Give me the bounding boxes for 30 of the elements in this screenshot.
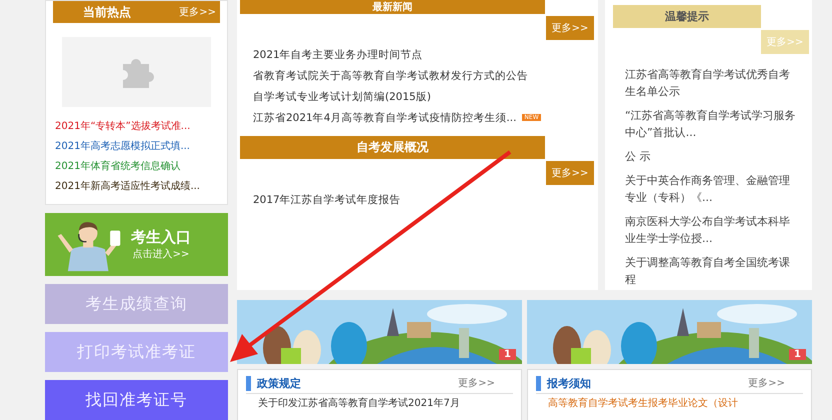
slide-badge: 1 xyxy=(789,349,806,360)
news-link[interactable]: 关于印发江苏省高等教育自学考试2021年7月 xyxy=(258,397,513,410)
news-link[interactable]: 2021年体育省统考信息确认 xyxy=(55,157,220,177)
news-link[interactable]: 2021年“专转本”选拔考试准... xyxy=(55,117,220,137)
news-link[interactable]: 2017年江苏自学考试年度报告 xyxy=(253,192,401,206)
section-title: 最新新闻 xyxy=(372,0,412,14)
panel-title: 报考须知 xyxy=(547,376,591,390)
news-link[interactable]: 江苏省2021年4月高等教育自学考试疫情防控考生须... xyxy=(253,110,516,124)
news-link[interactable]: 高等教育自学考试考生报考毕业论文（设计 xyxy=(548,397,803,410)
news-link[interactable]: 关于调整高等教育自考全国统考课程 xyxy=(625,254,797,288)
news-link[interactable]: “江苏省高等教育自学考试学习服务中心”首批认... xyxy=(625,107,797,141)
section-title: 自考发展概况 xyxy=(356,139,428,156)
slide-badge: 1 xyxy=(499,349,516,360)
more-link[interactable]: 更多>> xyxy=(748,376,785,390)
news-link[interactable]: 江苏省高等教育自学考试优秀自考生名单公示 xyxy=(625,66,797,100)
news-link[interactable]: 2021年自考主要业务办理时间节点 xyxy=(253,48,423,62)
title-marker xyxy=(536,376,541,390)
quick-button[interactable]: 找回准考证号 xyxy=(45,380,228,420)
news-link[interactable]: 省教育考试院关于高等教育自学考试教材发行方式的公告 xyxy=(253,68,528,82)
title-marker xyxy=(246,376,251,390)
news-link[interactable]: 自学考试专业考试计划简编(2015版) xyxy=(253,90,431,104)
panel-title: 政策规定 xyxy=(257,376,301,390)
news-link[interactable]: 2021年高考志愿模拟正式填... xyxy=(55,137,220,157)
section-title: 温馨提示 xyxy=(665,9,709,24)
news-link[interactable]: 南京医科大学公布自学考试本科毕业生学士学位授... xyxy=(625,213,797,247)
news-link[interactable]: 2021年新高考适应性考试成绩... xyxy=(55,177,220,197)
more-link[interactable]: 更多>> xyxy=(458,376,495,390)
panel-title: 当前热点 xyxy=(83,4,131,20)
news-link[interactable]: 公 示 xyxy=(625,148,797,165)
news-link[interactable]: 关于中英合作商务管理、金融管理专业（专科）《... xyxy=(625,172,797,206)
